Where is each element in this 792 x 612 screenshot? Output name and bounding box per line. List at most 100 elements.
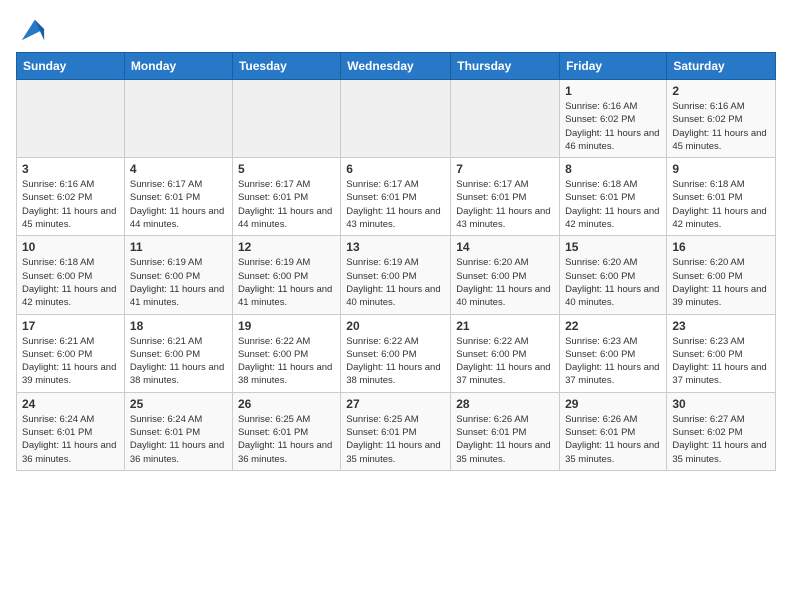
day-info: Sunrise: 6:24 AM Sunset: 6:01 PM Dayligh… [22,413,119,466]
day-number: 2 [672,84,770,98]
day-number: 30 [672,397,770,411]
day-number: 29 [565,397,661,411]
day-number: 25 [130,397,227,411]
day-info: Sunrise: 6:22 AM Sunset: 6:00 PM Dayligh… [238,335,335,388]
calendar-cell [451,80,560,158]
day-info: Sunrise: 6:23 AM Sunset: 6:00 PM Dayligh… [672,335,770,388]
day-info: Sunrise: 6:20 AM Sunset: 6:00 PM Dayligh… [672,256,770,309]
calendar-cell: 30 Sunrise: 6:27 AM Sunset: 6:02 PM Dayli… [667,392,776,470]
day-number: 24 [22,397,119,411]
day-info: Sunrise: 6:16 AM Sunset: 6:02 PM Dayligh… [672,100,770,153]
calendar-cell: 22Sunrise: 6:23 AM Sunset: 6:00 PM Dayli… [560,314,667,392]
weekday-header-wednesday: Wednesday [341,53,451,80]
day-info: Sunrise: 6:23 AM Sunset: 6:00 PM Dayligh… [565,335,661,388]
weekday-header-thursday: Thursday [451,53,560,80]
day-number: 26 [238,397,335,411]
day-info: Sunrise: 6:18 AM Sunset: 6:01 PM Dayligh… [565,178,661,231]
week-row-5: 24 Sunrise: 6:24 AM Sunset: 6:01 PM Dayli… [17,392,776,470]
calendar-cell: 14Sunrise: 6:20 AM Sunset: 6:00 PM Dayli… [451,236,560,314]
calendar-cell: 5 Sunrise: 6:17 AM Sunset: 6:01 PM Daylig… [232,158,340,236]
day-number: 13 [346,240,445,254]
calendar-cell: 25 Sunrise: 6:24 AM Sunset: 6:01 PM Dayli… [124,392,232,470]
logo [16,16,46,44]
calendar-cell: 13 Sunrise: 6:19 AM Sunset: 6:00 PM Dayli… [341,236,451,314]
day-number: 4 [130,162,227,176]
calendar-cell [341,80,451,158]
day-number: 10 [22,240,119,254]
week-row-2: 3 Sunrise: 6:16 AM Sunset: 6:02 PM Daylig… [17,158,776,236]
day-number: 15 [565,240,661,254]
day-number: 23 [672,319,770,333]
day-info: Sunrise: 6:25 AM Sunset: 6:01 PM Dayligh… [238,413,335,466]
day-info: Sunrise: 6:17 AM Sunset: 6:01 PM Dayligh… [456,178,554,231]
day-info: Sunrise: 6:24 AM Sunset: 6:01 PM Dayligh… [130,413,227,466]
day-number: 9 [672,162,770,176]
day-info: Sunrise: 6:17 AM Sunset: 6:01 PM Dayligh… [346,178,445,231]
calendar-cell: 16 Sunrise: 6:20 AM Sunset: 6:00 PM Dayli… [667,236,776,314]
calendar-cell: 11 Sunrise: 6:19 AM Sunset: 6:00 PM Dayli… [124,236,232,314]
calendar-cell: 7 Sunrise: 6:17 AM Sunset: 6:01 PM Daylig… [451,158,560,236]
day-info: Sunrise: 6:21 AM Sunset: 6:00 PM Dayligh… [22,335,119,388]
calendar-cell: 10 Sunrise: 6:18 AM Sunset: 6:00 PM Dayli… [17,236,125,314]
day-info: Sunrise: 6:22 AM Sunset: 6:00 PM Dayligh… [346,335,445,388]
day-info: Sunrise: 6:27 AM Sunset: 6:02 PM Dayligh… [672,413,770,466]
weekday-header-tuesday: Tuesday [232,53,340,80]
day-number: 17 [22,319,119,333]
calendar-cell: 24 Sunrise: 6:24 AM Sunset: 6:01 PM Dayli… [17,392,125,470]
page: SundayMondayTuesdayWednesdayThursdayFrid… [0,0,792,481]
day-info: Sunrise: 6:19 AM Sunset: 6:00 PM Dayligh… [346,256,445,309]
calendar-cell: 19 Sunrise: 6:22 AM Sunset: 6:00 PM Dayli… [232,314,340,392]
day-number: 8 [565,162,661,176]
day-number: 6 [346,162,445,176]
day-info: Sunrise: 6:17 AM Sunset: 6:01 PM Dayligh… [238,178,335,231]
calendar-cell: 6 Sunrise: 6:17 AM Sunset: 6:01 PM Daylig… [341,158,451,236]
calendar-cell: 29 Sunrise: 6:26 AM Sunset: 6:01 PM Dayli… [560,392,667,470]
day-number: 18 [130,319,227,333]
weekday-header-monday: Monday [124,53,232,80]
day-number: 19 [238,319,335,333]
calendar-cell [17,80,125,158]
weekday-header-row: SundayMondayTuesdayWednesdayThursdayFrid… [17,53,776,80]
calendar-cell: 21Sunrise: 6:22 AM Sunset: 6:00 PM Dayli… [451,314,560,392]
calendar-cell: 20Sunrise: 6:22 AM Sunset: 6:00 PM Dayli… [341,314,451,392]
day-number: 16 [672,240,770,254]
calendar-cell: 26 Sunrise: 6:25 AM Sunset: 6:01 PM Dayli… [232,392,340,470]
day-number: 28 [456,397,554,411]
day-number: 3 [22,162,119,176]
weekday-header-saturday: Saturday [667,53,776,80]
calendar-cell: 8 Sunrise: 6:18 AM Sunset: 6:01 PM Daylig… [560,158,667,236]
calendar-cell: 9Sunrise: 6:18 AM Sunset: 6:01 PM Daylig… [667,158,776,236]
day-number: 14 [456,240,554,254]
day-info: Sunrise: 6:17 AM Sunset: 6:01 PM Dayligh… [130,178,227,231]
calendar-cell: 3 Sunrise: 6:16 AM Sunset: 6:02 PM Daylig… [17,158,125,236]
day-info: Sunrise: 6:26 AM Sunset: 6:01 PM Dayligh… [565,413,661,466]
weekday-header-friday: Friday [560,53,667,80]
calendar-cell: 4 Sunrise: 6:17 AM Sunset: 6:01 PM Daylig… [124,158,232,236]
day-info: Sunrise: 6:16 AM Sunset: 6:02 PM Dayligh… [22,178,119,231]
day-number: 21 [456,319,554,333]
calendar-cell: 17 Sunrise: 6:21 AM Sunset: 6:00 PM Dayli… [17,314,125,392]
day-number: 27 [346,397,445,411]
day-number: 7 [456,162,554,176]
calendar-cell: 28 Sunrise: 6:26 AM Sunset: 6:01 PM Dayli… [451,392,560,470]
day-info: Sunrise: 6:19 AM Sunset: 6:00 PM Dayligh… [238,256,335,309]
day-info: Sunrise: 6:25 AM Sunset: 6:01 PM Dayligh… [346,413,445,466]
day-info: Sunrise: 6:20 AM Sunset: 6:00 PM Dayligh… [565,256,661,309]
calendar-cell: 27 Sunrise: 6:25 AM Sunset: 6:01 PM Dayli… [341,392,451,470]
calendar-cell: 12 Sunrise: 6:19 AM Sunset: 6:00 PM Dayli… [232,236,340,314]
day-info: Sunrise: 6:18 AM Sunset: 6:00 PM Dayligh… [22,256,119,309]
week-row-4: 17 Sunrise: 6:21 AM Sunset: 6:00 PM Dayli… [17,314,776,392]
calendar-cell: 2 Sunrise: 6:16 AM Sunset: 6:02 PM Daylig… [667,80,776,158]
day-number: 1 [565,84,661,98]
calendar-cell: 18 Sunrise: 6:21 AM Sunset: 6:00 PM Dayli… [124,314,232,392]
day-info: Sunrise: 6:26 AM Sunset: 6:01 PM Dayligh… [456,413,554,466]
day-number: 12 [238,240,335,254]
day-info: Sunrise: 6:19 AM Sunset: 6:00 PM Dayligh… [130,256,227,309]
calendar-cell: 23 Sunrise: 6:23 AM Sunset: 6:00 PM Dayli… [667,314,776,392]
logo-icon [18,16,46,44]
day-info: Sunrise: 6:21 AM Sunset: 6:00 PM Dayligh… [130,335,227,388]
week-row-1: 1 Sunrise: 6:16 AM Sunset: 6:02 PM Daylig… [17,80,776,158]
calendar-cell: 15 Sunrise: 6:20 AM Sunset: 6:00 PM Dayli… [560,236,667,314]
day-number: 11 [130,240,227,254]
day-number: 5 [238,162,335,176]
